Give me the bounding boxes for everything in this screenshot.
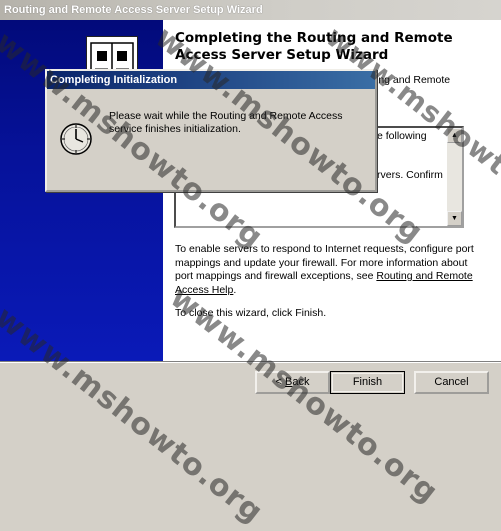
instructions-period: .	[233, 283, 237, 296]
back-suffix: ack	[292, 376, 310, 388]
close-instruction: To close this wizard, click Finish.	[175, 307, 327, 319]
scroll-down-icon[interactable]: ▼	[447, 211, 462, 226]
clock-icon	[59, 122, 93, 156]
summary-text-line: e following	[377, 130, 427, 142]
dialog-titlebar[interactable]: Completing Initialization	[47, 71, 375, 89]
window-title: Routing and Remote Access Server Setup W…	[4, 4, 263, 16]
back-prefix: <	[275, 376, 285, 388]
cancel-button[interactable]: Cancel	[414, 371, 489, 394]
button-divider	[0, 361, 501, 363]
window-titlebar[interactable]: Routing and Remote Access Server Setup W…	[0, 0, 501, 20]
instructions-text: To enable servers to respond to Internet…	[175, 243, 475, 297]
dialog-title: Completing Initialization	[50, 74, 178, 86]
dialog-message: Please wait while the Routing and Remote…	[109, 110, 343, 135]
intro-text: ing and Remote	[376, 74, 451, 86]
scroll-up-icon[interactable]: ▲	[447, 128, 462, 143]
summary-scrollbar[interactable]: ▲ ▼	[447, 128, 462, 226]
wizard-heading: Completing the Routing and Remote Access…	[175, 30, 453, 63]
finish-button[interactable]: Finish	[330, 371, 405, 394]
summary-text-line: rvers. Confirm	[377, 169, 443, 181]
initialization-dialog[interactable]: Completing Initialization Please wait wh…	[45, 69, 377, 192]
back-button[interactable]: < Back	[255, 371, 330, 394]
